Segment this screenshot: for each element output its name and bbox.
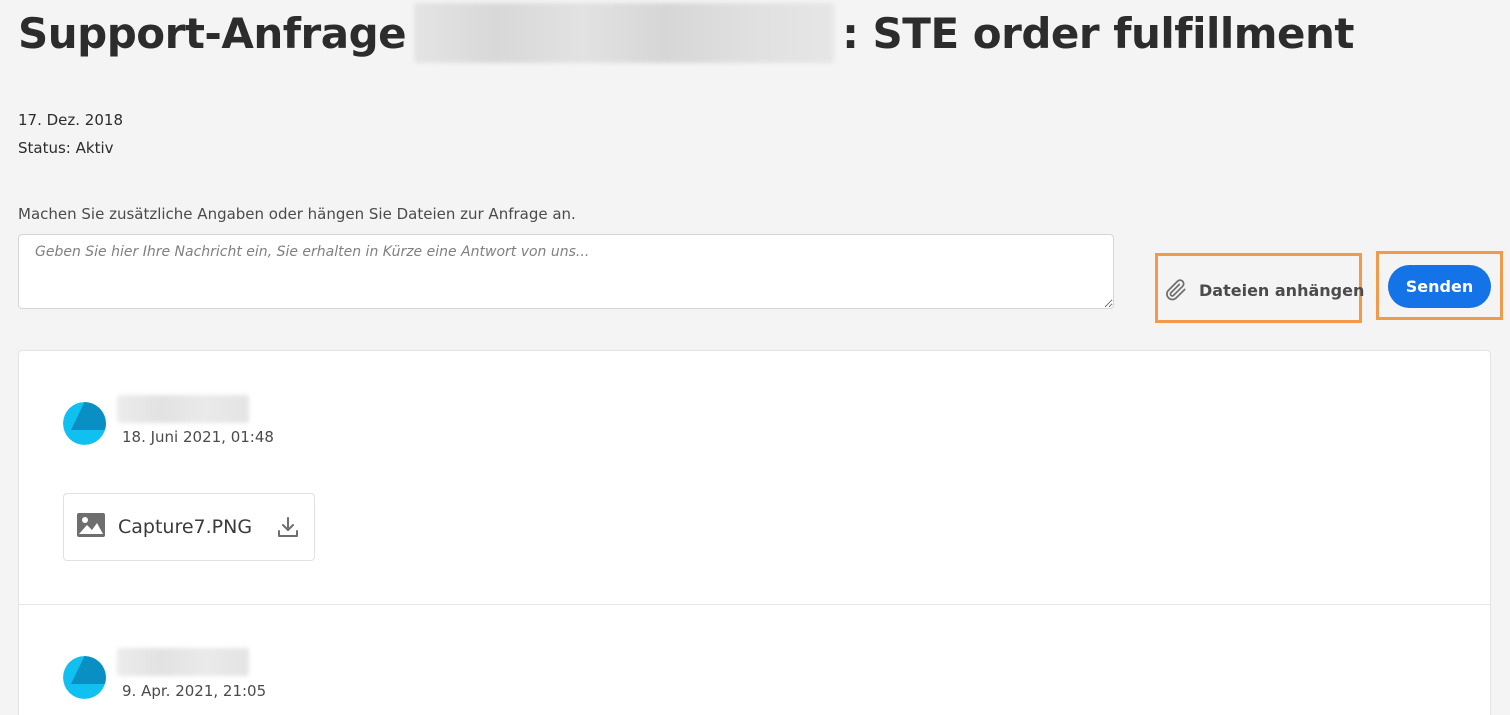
compose-prompt: Machen Sie zusätzliche Angaben oder häng…: [18, 205, 576, 223]
attachment-card[interactable]: Capture7.PNG: [63, 493, 315, 561]
paperclip-icon: [1163, 277, 1189, 303]
image-icon: [76, 512, 106, 542]
page-title-suffix: : STE order fulfillment: [842, 8, 1354, 58]
avatar: [63, 656, 106, 699]
page-title-prefix: Support-Anfrage: [18, 8, 407, 58]
entry-timestamp: 9. Apr. 2021, 21:05: [122, 682, 267, 700]
redacted-author-name: [117, 648, 249, 676]
send-button[interactable]: Senden: [1388, 265, 1491, 308]
avatar: [63, 402, 106, 445]
attach-files-button[interactable]: Dateien anhängen: [1163, 270, 1364, 310]
support-request-page: Support-Anfrage : STE order fulfillment …: [0, 0, 1510, 715]
redacted-request-id: [414, 3, 835, 63]
download-icon[interactable]: [276, 515, 300, 539]
thread-entry: 9. Apr. 2021, 21:05: [19, 605, 1490, 715]
request-date: 17. Dez. 2018: [18, 111, 123, 129]
request-meta: 17. Dez. 2018 Status: Aktiv: [18, 106, 123, 162]
page-title: Support-Anfrage : STE order fulfillment: [18, 3, 1354, 63]
attachment-filename: Capture7.PNG: [118, 516, 253, 538]
redacted-author-name: [117, 395, 249, 423]
thread-entry: 18. Juni 2021, 01:48 Capture7.PNG: [19, 351, 1490, 605]
entry-timestamp: 18. Juni 2021, 01:48: [122, 428, 274, 446]
message-input[interactable]: [18, 234, 1114, 309]
message-thread: 18. Juni 2021, 01:48 Capture7.PNG 9. Apr…: [18, 350, 1491, 715]
request-status: Status: Aktiv: [18, 139, 114, 157]
attach-files-label: Dateien anhängen: [1199, 280, 1365, 300]
